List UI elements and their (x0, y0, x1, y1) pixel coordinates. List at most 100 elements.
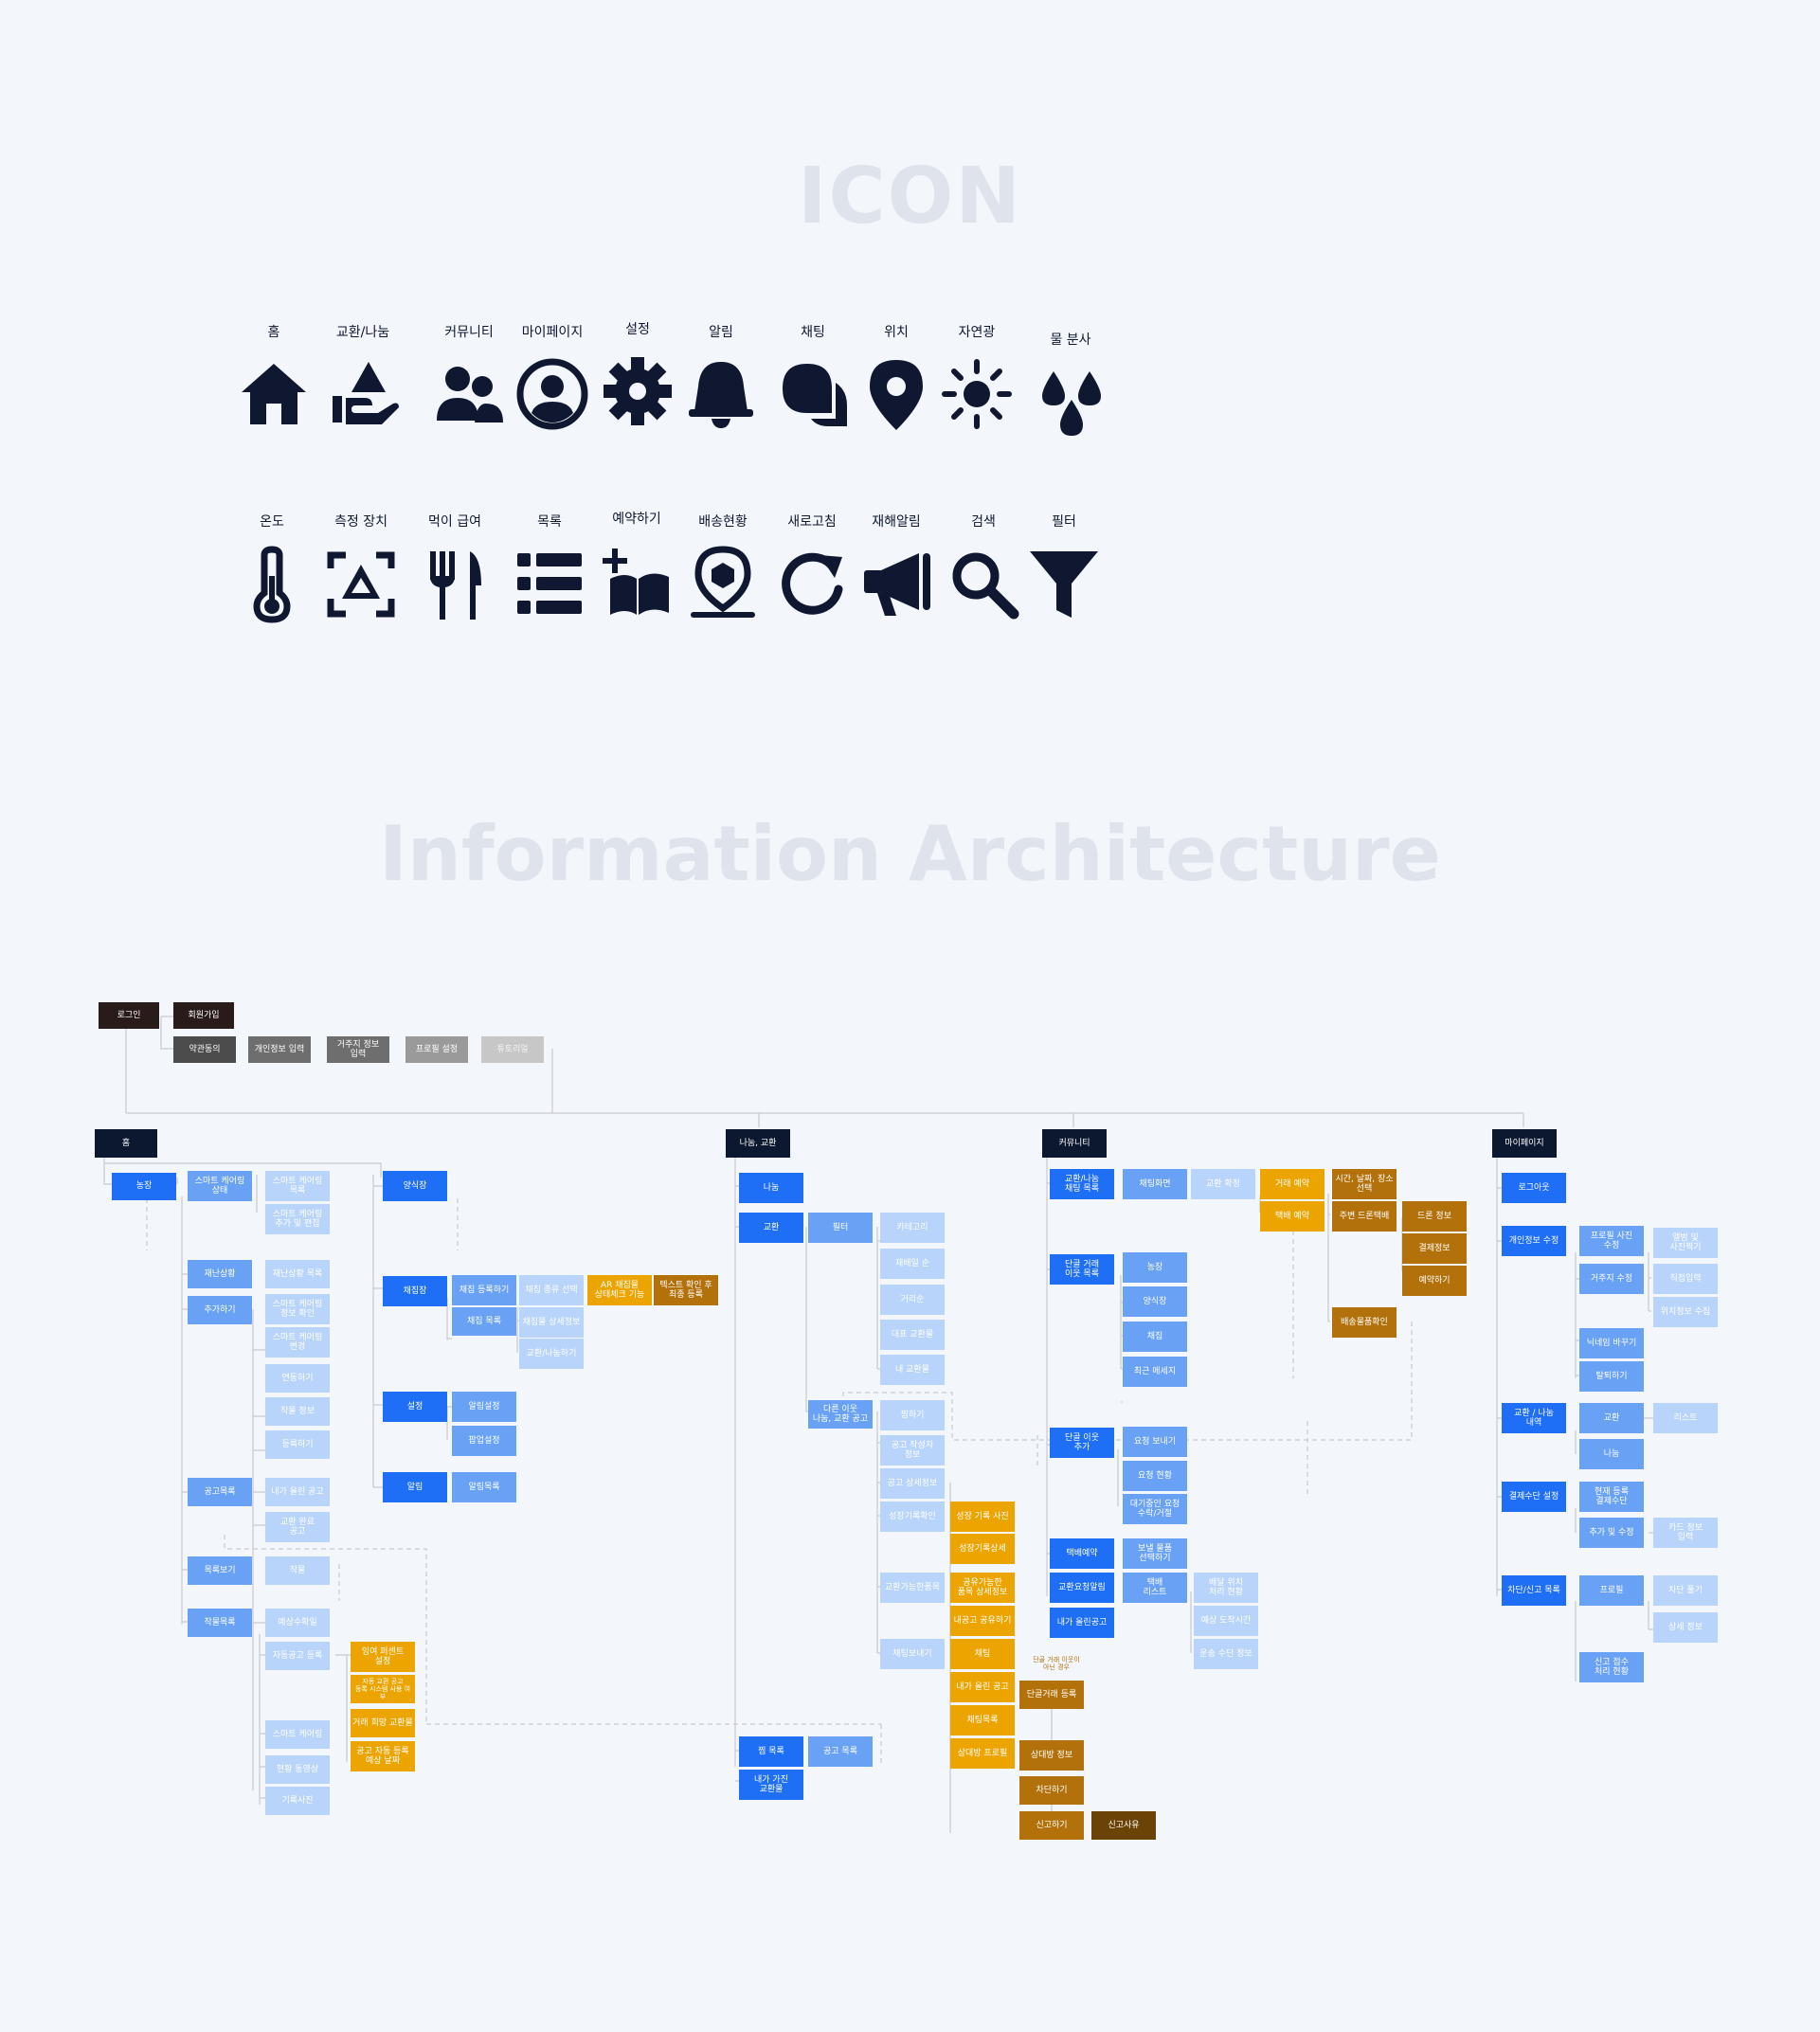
ia-node: 스마트 케어링 변경 (265, 1327, 330, 1358)
ia-node: 택배 리스트 (1123, 1573, 1187, 1603)
ia-node: 작물 (265, 1556, 330, 1585)
ia-node: 교환 (1579, 1403, 1644, 1433)
ia-node: 현재 등록 결제수단 (1579, 1482, 1644, 1512)
ia-node: 신고하기 (1019, 1811, 1084, 1840)
ia-node: 거주지 정보 입력 (327, 1036, 389, 1063)
ia-node: 채집 등록하기 (452, 1275, 516, 1305)
ia-node: 상대방 정보 (1019, 1740, 1084, 1771)
ia-node: 공고 자동 등록 예상 날짜 (351, 1741, 415, 1771)
ia-node: AR 채집물 상태체크 기능 (587, 1275, 652, 1305)
ia-node: 작물목록 (188, 1609, 252, 1637)
ia-node: 결제수단 설정 (1502, 1482, 1566, 1512)
ia-node: 교환/나눔 채팅 목록 (1050, 1169, 1114, 1199)
ia-node: 다른 이웃 나눔, 교환 공고 (808, 1400, 873, 1429)
ia-node: 자동공고 등록 (265, 1642, 330, 1670)
ia-node: 교환 (739, 1213, 803, 1243)
ia-node: 닉네임 바꾸기 (1579, 1328, 1644, 1358)
ia-node: 공고 목록 (808, 1736, 873, 1767)
ia-node: 채집물 상세정보 (519, 1307, 584, 1338)
ia-node: 카테고리 (880, 1213, 945, 1243)
ia-node: 찜하기 (880, 1400, 945, 1430)
ia-node: 직접입력 (1653, 1264, 1718, 1294)
ia-node: 커뮤니티 (1042, 1129, 1107, 1158)
ia-node: 교환가능한품목 (880, 1573, 945, 1603)
ia-node: 내가 올린공고 (1050, 1608, 1114, 1638)
ia-node: 배달 위치 처리 현황 (1194, 1573, 1258, 1603)
ia-node: 예상수확일 (265, 1609, 330, 1637)
ia-node: 운송 수단 정보 (1194, 1639, 1258, 1669)
ia-node: 재난상황 (188, 1260, 252, 1288)
ia-node: 개인정보 수정 (1502, 1226, 1566, 1256)
ia-node: 교환 / 나눔 내역 (1502, 1403, 1566, 1433)
ia-node: 추가 및 수정 (1579, 1518, 1644, 1548)
ia-node: 위치정보 수집 (1653, 1297, 1718, 1327)
ia-node: 신고 접수 처리 현황 (1579, 1652, 1644, 1682)
ia-node: 보낼 물품 선택하기 (1123, 1538, 1187, 1569)
ia-node: 채집 목록 (452, 1307, 516, 1336)
ia-node: 대기중인 요청 수락/거절 (1123, 1494, 1187, 1524)
ia-node: 예상 도착시간 (1194, 1606, 1258, 1636)
ia-node: 성장기록상세 (950, 1534, 1015, 1564)
ia-node: 요청 보내기 (1123, 1427, 1187, 1457)
ia-node: 양식장 (383, 1171, 447, 1201)
ia-node: 공유가능한 품목 상세정보 (950, 1573, 1015, 1603)
ia-node: 결제정보 (1402, 1233, 1467, 1264)
ia-node: 최근 메세지 (1123, 1357, 1187, 1387)
ia-node: 배송물품확인 (1332, 1307, 1397, 1338)
ia-note: 단골 거래 이웃이 아닌 경우 (1033, 1656, 1080, 1672)
ia-node: 농장 (1123, 1252, 1187, 1283)
ia-node: 대표 교환물 (880, 1320, 945, 1350)
ia-node: 약관동의 (173, 1036, 236, 1063)
ia-node: 프로필 설정 (405, 1036, 468, 1063)
ia-node: 양식장 (1123, 1286, 1187, 1317)
ia-node: 회원가입 (173, 1002, 234, 1029)
ia-node: 교환 완료 공고 (265, 1512, 330, 1542)
ia-node: 알림 (383, 1472, 447, 1502)
ia-node: 탈퇴하기 (1579, 1361, 1644, 1392)
ia-node: 알림설정 (452, 1392, 516, 1422)
ia-node: 스마트 케어링 상태 (188, 1171, 252, 1201)
ia-node: 드론 정보 (1402, 1201, 1467, 1232)
ia-node: 채팅 (950, 1639, 1015, 1669)
ia-node: 마이페이지 (1492, 1129, 1557, 1158)
ia-node: 거주지 수정 (1579, 1264, 1644, 1294)
ia-node: 스마트 케어링 목록 (265, 1171, 330, 1201)
ia-node: 나눔 (739, 1173, 803, 1203)
ia-node: 상대방 프로필 (950, 1738, 1015, 1769)
ia-node: 나눔 (1579, 1439, 1644, 1469)
ia-node: 단골 이웃 추가 (1050, 1428, 1114, 1458)
ia-node: 설정 (383, 1392, 447, 1422)
ia-node: 스마트 케어링 (265, 1720, 330, 1749)
ia-node: 로그아웃 (1502, 1173, 1566, 1203)
ia-node: 택배예약 (1050, 1538, 1114, 1569)
ia-node: 채집 (1123, 1322, 1187, 1352)
ia-node: 찜 목록 (739, 1736, 803, 1767)
ia-node: 신고사유 (1091, 1811, 1156, 1840)
ia-node: 채집 종류 선택 (519, 1275, 584, 1305)
ia-node: 상세 정보 (1653, 1612, 1718, 1643)
ia-node: 거래 예약 (1260, 1169, 1324, 1199)
ia-node: 단골거래 등록 (1019, 1681, 1084, 1709)
ia-node: 채집장 (383, 1276, 447, 1306)
ia-node: 거리순 (880, 1285, 945, 1315)
ia-node: 등록하기 (265, 1430, 330, 1459)
ia-node: 내 교환물 (880, 1355, 945, 1385)
ia-node: 나눔, 교환 (726, 1129, 790, 1158)
ia-node: 교환 확정 (1191, 1169, 1255, 1199)
ia-node: 내가 가진 교환물 (739, 1770, 803, 1800)
ia-node: 내가 올린 공고 (265, 1478, 330, 1506)
ia-node: 예약하기 (1402, 1266, 1467, 1296)
ia-node: 교환요청알림 (1050, 1573, 1114, 1603)
ia-node: 개인정보 입력 (248, 1036, 311, 1063)
ia-node: 교환/나눔하기 (519, 1339, 584, 1369)
ia-node: 공고 작성자 정보 (880, 1435, 945, 1466)
ia-node: 프로필 (1579, 1575, 1644, 1606)
ia-node: 자동 교환 공고 등록 시스템 사용 여부 (351, 1675, 415, 1703)
ia-node: 성장 기록 사진 (950, 1502, 1015, 1532)
ia-node: 내가 올린 공고 (950, 1672, 1015, 1702)
ia-node: 재배일 순 (880, 1249, 945, 1279)
ia-node: 추가하기 (188, 1296, 252, 1324)
ia-node: 시간, 날짜, 장소 선택 (1332, 1169, 1397, 1199)
ia-node: 채팅목록 (950, 1705, 1015, 1735)
ia-node: 프로필 사진 수정 (1579, 1226, 1644, 1256)
